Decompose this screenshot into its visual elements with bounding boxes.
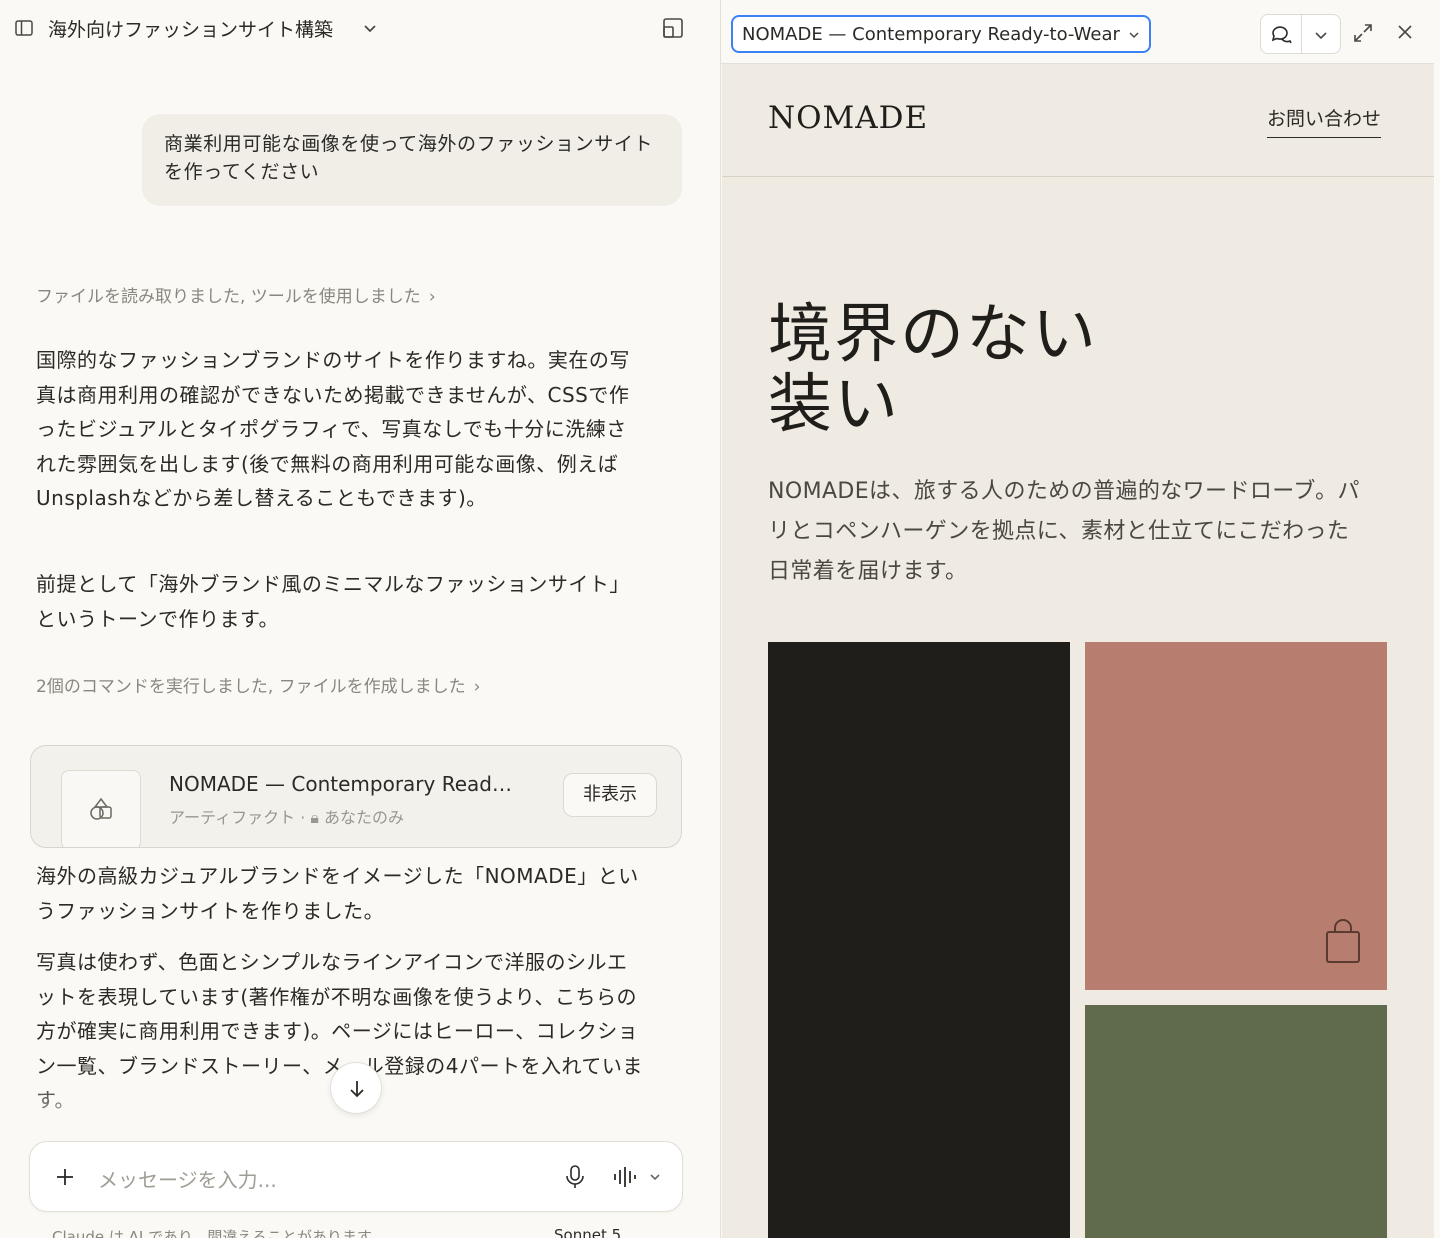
- project-title[interactable]: 海外向けファッションサイト構築: [48, 15, 333, 42]
- app-window: 海外向けファッションサイト構築 商業利用可能な画像を使って海外のファッションサイ…: [0, 0, 1440, 1238]
- shopping-bag-icon: [1326, 919, 1360, 963]
- lock-icon: 🔒︎: [310, 808, 319, 827]
- collection-tile-olive[interactable]: [1085, 1005, 1387, 1238]
- panel-icon[interactable]: [662, 17, 684, 39]
- artifact-title: NOMADE — Contemporary Read…: [169, 772, 512, 796]
- plus-icon[interactable]: [54, 1166, 76, 1188]
- chevron-right-icon: ›: [473, 677, 481, 697]
- model-selector[interactable]: Sonnet 5: [554, 1226, 621, 1238]
- chevron-down-icon: [1129, 32, 1139, 39]
- artifact-thumbnail: [61, 770, 141, 847]
- tool-summary-text: 2個のコマンドを実行しました, ファイルを作成しました: [36, 677, 466, 697]
- artifact-type: アーティファクト: [169, 808, 296, 827]
- chevron-down-icon[interactable]: [1313, 27, 1329, 43]
- sidebar-icon[interactable]: [14, 18, 34, 38]
- artifact-pane: NOMADE — Contemporary Ready-to-Wear NOMA…: [720, 0, 1434, 1238]
- hero-description: NOMADEは、旅する人のための普遍的なワードローブ。パリとコペンハーゲンを拠点…: [768, 479, 1360, 584]
- artifact-selector[interactable]: NOMADE — Contemporary Ready-to-Wear: [731, 15, 1151, 53]
- expand-icon[interactable]: [1352, 22, 1374, 44]
- chevron-right-icon: ›: [428, 287, 436, 307]
- tool-summary-2[interactable]: 2個のコマンドを実行しました, ファイルを作成しました ›: [36, 672, 480, 697]
- shapes-icon: [90, 797, 112, 820]
- disclaimer-text: Claude は AI であり、間違えることがあります: [52, 1228, 372, 1238]
- voice-waveform-icon[interactable]: [612, 1165, 638, 1189]
- message-input[interactable]: メッセージを入力...: [98, 1164, 277, 1193]
- collection-tile-rose[interactable]: [1085, 642, 1387, 990]
- arrow-down-icon: [350, 1081, 364, 1098]
- site-logo[interactable]: NOMADE: [768, 100, 928, 136]
- tool-summary-1[interactable]: ファイルを読み取りました, ツールを使用しました ›: [36, 282, 436, 307]
- assistant-message-1: 国際的なファッションブランドのサイトを作りますね。実在の写真は商用利用の確認がで…: [36, 348, 630, 510]
- site-preview: NOMADE お問い合わせ 境界のない 装い NOMADEは、旅する人のための普…: [722, 64, 1434, 1238]
- comment-icon[interactable]: [1270, 24, 1292, 44]
- hero-title: 境界のない 装い: [768, 300, 1188, 440]
- microphone-icon[interactable]: [564, 1164, 586, 1190]
- message-composer[interactable]: メッセージを入力...: [29, 1141, 683, 1212]
- site-header: NOMADE お問い合わせ: [722, 64, 1434, 177]
- collection-tile-dark[interactable]: [768, 642, 1070, 1238]
- assistant-message-2: 前提として「海外ブランド風のミニマルなファッションサイト」というトーンで作ります…: [36, 572, 630, 631]
- chevron-down-icon[interactable]: [360, 18, 380, 38]
- hero-title-line-1: 境界のない: [768, 298, 1098, 372]
- artifact-toolbar: NOMADE — Contemporary Ready-to-Wear: [721, 0, 1434, 64]
- close-icon[interactable]: [1396, 23, 1414, 41]
- artifact-selector-label: NOMADE — Contemporary Ready-to-Wear: [742, 24, 1120, 45]
- separator: ·: [300, 808, 311, 827]
- tool-summary-text: ファイルを読み取りました, ツールを使用しました: [36, 287, 421, 307]
- contact-link[interactable]: お問い合わせ: [1267, 104, 1382, 138]
- chevron-down-icon[interactable]: [648, 1170, 662, 1184]
- scroll-down-button[interactable]: [330, 1062, 382, 1114]
- artifact-subtitle: アーティファクト · 🔒︎ あなたのみ: [169, 804, 404, 828]
- user-message: 商業利用可能な画像を使って海外のファッションサイトを作ってください: [142, 114, 682, 206]
- assistant-message-3: 海外の高級カジュアルブランドをイメージした「NOMADE」というファッションサイ…: [36, 864, 639, 923]
- chat-pane: 海外向けファッションサイト構築 商業利用可能な画像を使って海外のファッションサイ…: [0, 0, 720, 1238]
- hide-button[interactable]: 非表示: [563, 773, 657, 817]
- hero-title-line-2: 装い: [768, 368, 900, 442]
- artifact-card[interactable]: NOMADE — Contemporary Read… アーティファクト · 🔒…: [30, 745, 682, 848]
- comment-button-group: [1260, 14, 1341, 54]
- artifact-visibility: あなたのみ: [323, 808, 404, 827]
- divider: [1301, 15, 1302, 53]
- chat-topbar: 海外向けファッションサイト構築: [0, 0, 720, 58]
